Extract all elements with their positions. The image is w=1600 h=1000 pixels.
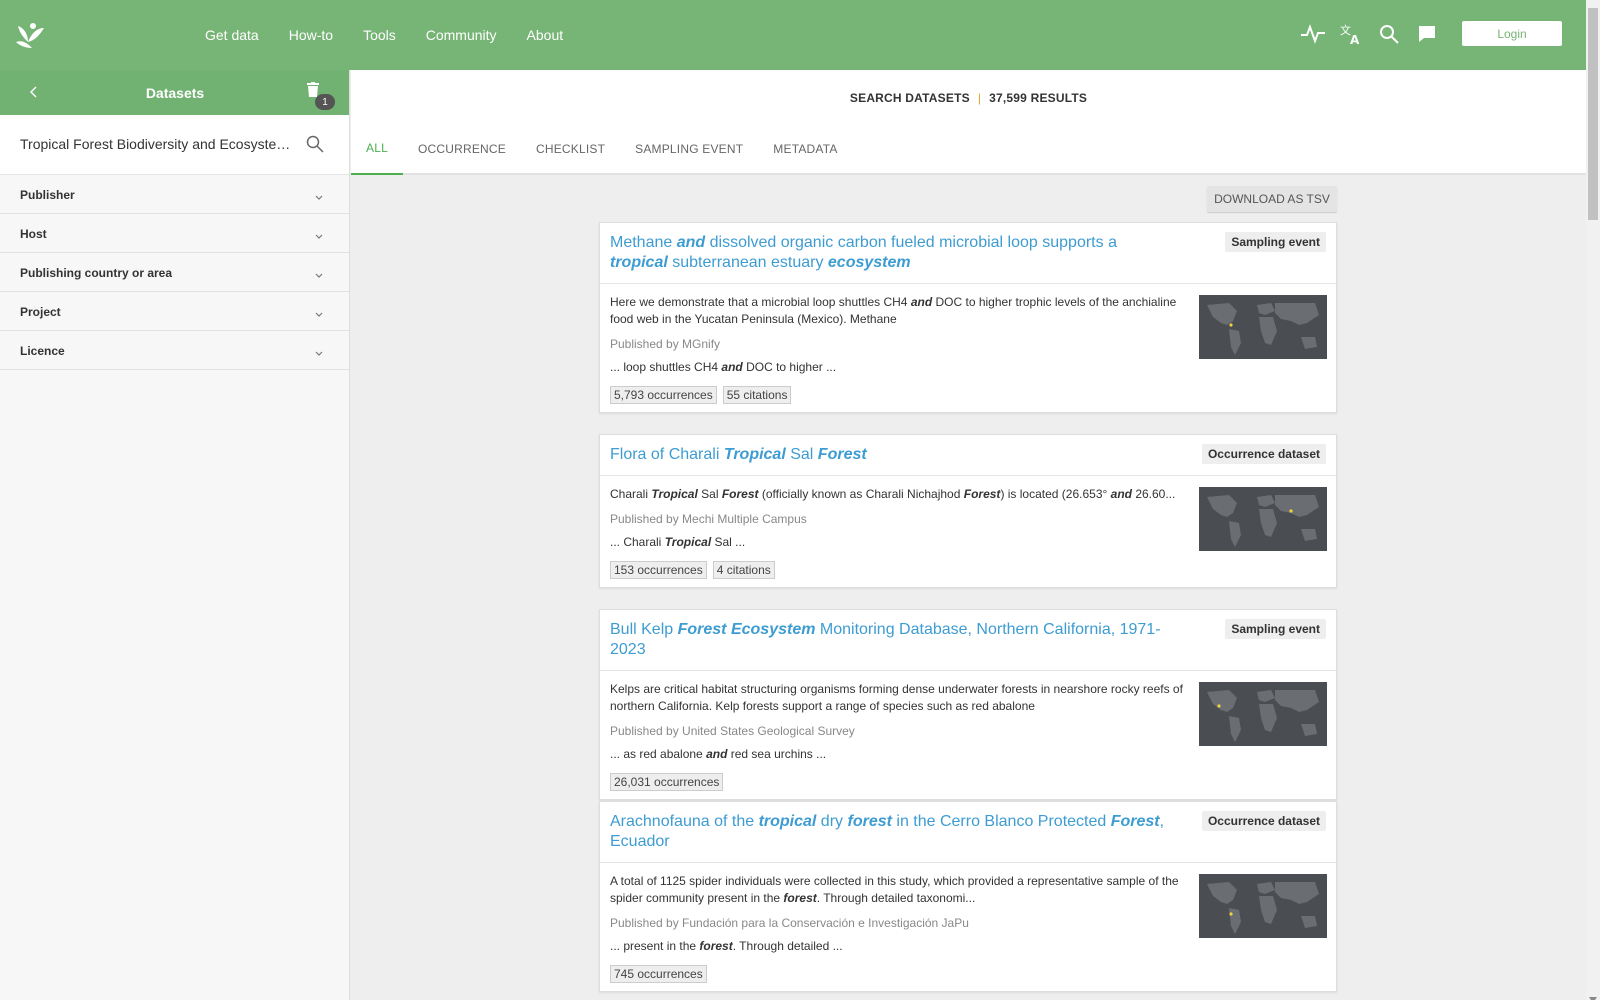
dataset-title[interactable]: Flora of Charali Tropical Sal Forest (610, 445, 1176, 465)
search-input[interactable]: Tropical Forest Biodiversity and Ecosyst… (20, 136, 298, 152)
scroll-down-icon[interactable] (1589, 990, 1597, 1000)
card-header: Bull Kelp Forest Ecosystem Monitoring Da… (600, 610, 1336, 671)
card-body: Charali Tropical Sal Forest (officially … (600, 476, 1336, 587)
dataset-description: Here we demonstrate that a microbial loo… (610, 295, 1177, 326)
feedback-icon[interactable] (1414, 20, 1440, 48)
chevron-down-icon (314, 228, 324, 239)
citation-count-tag[interactable]: 55 citations (722, 386, 792, 404)
facet-label: Host (20, 227, 47, 241)
occurrence-count-tag[interactable]: 5,793 occurrences (610, 386, 717, 404)
card-body: A total of 1125 spider individuals were … (600, 863, 1336, 991)
chevron-down-icon (314, 189, 324, 200)
tab-occurrence[interactable]: OCCURRENCE (403, 122, 521, 175)
facet-label: Publisher (20, 188, 75, 202)
search-snippet: ... as red abalone and red sea urchins .… (610, 747, 827, 761)
summary-label: SEARCH DATASETS (849, 91, 970, 105)
search-summary: SEARCH DATASETS | 37,599 RESULTS (351, 91, 1586, 105)
dataset-title[interactable]: Methane and dissolved organic carbon fue… (610, 233, 1176, 273)
translate-icon[interactable]: 文 A (1338, 20, 1364, 48)
dataset-type-badge: Occurrence dataset (1201, 444, 1326, 464)
filter-sidebar: Datasets 1 Tropical Forest Biodiversity … (0, 70, 350, 1000)
dataset-publisher: Published by Fundación para la Conservac… (610, 916, 969, 930)
card-header: Methane and dissolved organic carbon fue… (600, 223, 1336, 284)
card-body: Kelps are critical habitat structuring o… (600, 671, 1336, 799)
main-nav: Get data How-to Tools Community About (190, 0, 578, 70)
chevron-down-icon (314, 345, 324, 356)
facet-label: Licence (20, 344, 65, 358)
dataset-card: Methane and dissolved organic carbon fue… (599, 222, 1337, 413)
dataset-type-badge: Sampling event (1225, 232, 1326, 252)
pulse-icon[interactable] (1300, 20, 1326, 48)
nav-how-to[interactable]: How-to (274, 27, 348, 43)
nav-get-data[interactable]: Get data (190, 27, 274, 43)
summary-separator: | (977, 91, 982, 105)
citation-count-tag[interactable]: 4 citations (712, 561, 775, 579)
results-count: 37,599 RESULTS (989, 91, 1088, 105)
dataset-card: Bull Kelp Forest Ecosystem Monitoring Da… (599, 609, 1337, 800)
card-body: Here we demonstrate that a microbial loo… (600, 284, 1336, 412)
dataset-publisher: Published by United States Geological Su… (610, 724, 855, 738)
results-pane: SEARCH DATASETS | 37,599 RESULTS ALL OCCUR… (351, 70, 1586, 1000)
login-button[interactable]: Login (1462, 21, 1562, 46)
nav-icon-group: 文 A (1300, 20, 1440, 48)
occurrence-map (1199, 295, 1327, 359)
top-navbar: Get data How-to Tools Community About 文 … (0, 0, 1586, 70)
card-header: Flora of Charali Tropical Sal Forest Occ… (600, 435, 1336, 476)
card-tags: 745 occurrences (610, 965, 1186, 983)
occurrence-count-tag[interactable]: 745 occurrences (610, 965, 707, 983)
occurrence-count-tag[interactable]: 26,031 occurrences (610, 773, 724, 791)
dataset-publisher: Published by MGnify (610, 337, 721, 351)
facet-project[interactable]: Project (0, 292, 349, 331)
card-tags: 5,793 occurrences 55 citations (610, 386, 1186, 404)
sidebar-search: Tropical Forest Biodiversity and Ecosyst… (0, 115, 349, 175)
occurrence-map (1199, 874, 1327, 938)
dataset-title[interactable]: Arachnofauna of the tropical dry forest … (610, 812, 1176, 852)
search-snippet: ... Charali Tropical Sal ... (610, 535, 746, 549)
sidebar-title: Datasets (145, 84, 205, 101)
dataset-publisher: Published by Mechi Multiple Campus (610, 512, 807, 526)
tab-checklist[interactable]: CHECKLIST (521, 122, 620, 175)
dataset-card: Flora of Charali Tropical Sal Forest Occ… (599, 434, 1337, 588)
svg-text:A: A (1350, 33, 1360, 46)
search-snippet: ... loop shuttles CH4 and DOC to higher … (610, 360, 837, 374)
sidebar-header: Datasets 1 (0, 70, 349, 115)
download-tsv-button[interactable]: DOWNLOAD AS TSV (1207, 186, 1337, 212)
facet-publisher[interactable]: Publisher (0, 175, 349, 214)
dataset-type-badge: Sampling event (1225, 619, 1326, 639)
dataset-type-badge: Occurrence dataset (1201, 811, 1326, 831)
type-tabs: ALL OCCURRENCE CHECKLIST SAMPLING EVENT … (351, 122, 853, 175)
dataset-description: A total of 1125 spider individuals were … (610, 874, 1179, 905)
facet-licence[interactable]: Licence (0, 331, 349, 370)
nav-about[interactable]: About (512, 27, 579, 43)
tab-metadata[interactable]: METADATA (758, 122, 852, 175)
dataset-title[interactable]: Bull Kelp Forest Ecosystem Monitoring Da… (610, 620, 1176, 660)
occurrence-map (1199, 487, 1327, 551)
filter-count-badge: 1 (315, 94, 335, 110)
dataset-description: Kelps are critical habitat structuring o… (610, 682, 1183, 713)
gbif-logo-icon[interactable] (14, 20, 46, 50)
facet-host[interactable]: Host (0, 214, 349, 253)
facet-label: Publishing country or area (20, 266, 173, 280)
occurrence-count-tag[interactable]: 153 occurrences (610, 561, 707, 579)
search-snippet: ... present in the forest. Through detai… (610, 939, 843, 953)
search-icon[interactable] (306, 135, 324, 153)
chevron-down-icon (314, 267, 324, 278)
results-header: SEARCH DATASETS | 37,599 RESULTS ALL OCCUR… (351, 70, 1586, 175)
dataset-card: Arachnofauna of the tropical dry forest … (599, 801, 1337, 992)
occurrence-map (1199, 682, 1327, 746)
nav-community[interactable]: Community (411, 27, 512, 43)
dataset-description: Charali Tropical Sal Forest (officially … (610, 487, 1176, 501)
tab-all[interactable]: ALL (351, 122, 403, 175)
nav-tools[interactable]: Tools (348, 27, 411, 43)
page-scrollbar[interactable] (1586, 0, 1600, 1000)
card-header: Arachnofauna of the tropical dry forest … (600, 802, 1336, 863)
card-tags: 153 occurrences 4 citations (610, 561, 1186, 579)
facet-label: Project (20, 305, 61, 319)
chevron-down-icon (314, 306, 324, 317)
card-tags: 26,031 occurrences (610, 773, 1186, 791)
search-icon[interactable] (1376, 20, 1402, 48)
scroll-thumb[interactable] (1588, 8, 1598, 220)
tab-sampling-event[interactable]: SAMPLING EVENT (620, 122, 758, 175)
facet-publishing-country[interactable]: Publishing country or area (0, 253, 349, 292)
